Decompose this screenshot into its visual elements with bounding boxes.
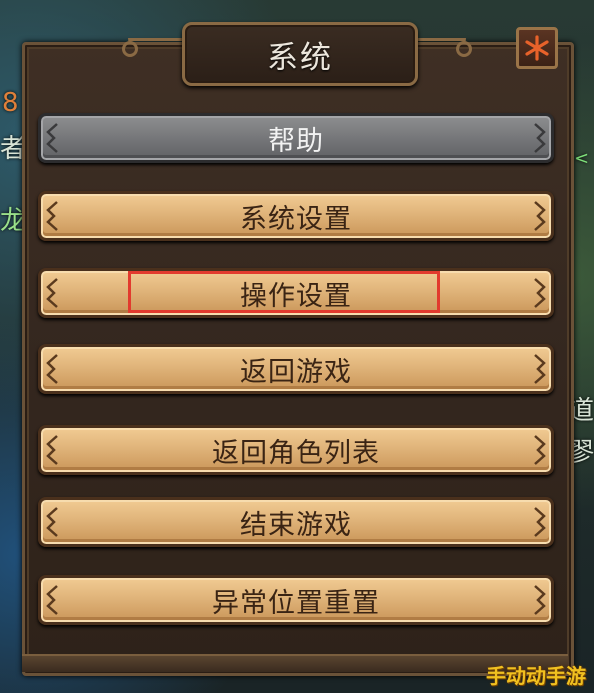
exit-game-button-label: 结束游戏 <box>240 509 352 541</box>
button-left-cap-icon <box>46 354 58 384</box>
button-left-cap-icon <box>46 435 58 465</box>
return-to-character-list-button[interactable]: 返回角色列表 <box>38 425 554 475</box>
button-right-cap-icon <box>534 435 546 465</box>
reset-stuck-position-button[interactable]: 异常位置重置 <box>38 575 554 625</box>
return-to-game-button-label: 返回游戏 <box>240 356 352 388</box>
game-scene: 8 者 龙 道 翏 < 系统 帮助 系统设置 操作设置 返回游戏 返回角色列表 … <box>0 0 594 693</box>
red-highlight-box <box>128 271 440 313</box>
close-button[interactable] <box>516 27 558 69</box>
button-right-cap-icon <box>534 201 546 231</box>
button-right-cap-icon <box>534 278 546 308</box>
button-right-cap-icon <box>534 585 546 615</box>
window-title: 系统 <box>267 39 333 76</box>
help-button[interactable]: 帮助 <box>38 113 554 163</box>
button-right-cap-icon <box>534 507 546 537</box>
bg-arrow-marker: < <box>574 148 590 169</box>
button-left-cap-icon <box>46 123 58 153</box>
button-left-cap-icon <box>46 585 58 615</box>
bg-level-number: 8 <box>2 88 19 118</box>
window-title-plate: 系统 <box>182 22 418 86</box>
button-left-cap-icon <box>46 201 58 231</box>
asterisk-close-icon <box>525 35 549 61</box>
site-watermark: 手动动手游 <box>486 664 586 688</box>
button-left-cap-icon <box>46 507 58 537</box>
button-right-cap-icon <box>534 123 546 153</box>
exit-game-button[interactable]: 结束游戏 <box>38 497 554 547</box>
reset-stuck-position-button-label: 异常位置重置 <box>212 587 380 619</box>
system-settings-button-label: 系统设置 <box>240 203 352 235</box>
return-to-game-button[interactable]: 返回游戏 <box>38 344 554 394</box>
button-left-cap-icon <box>46 278 58 308</box>
help-button-label: 帮助 <box>268 125 324 157</box>
title-ornament-left <box>128 38 188 55</box>
return-to-character-list-button-label: 返回角色列表 <box>212 437 380 469</box>
button-right-cap-icon <box>534 354 546 384</box>
system-settings-button[interactable]: 系统设置 <box>38 191 554 241</box>
